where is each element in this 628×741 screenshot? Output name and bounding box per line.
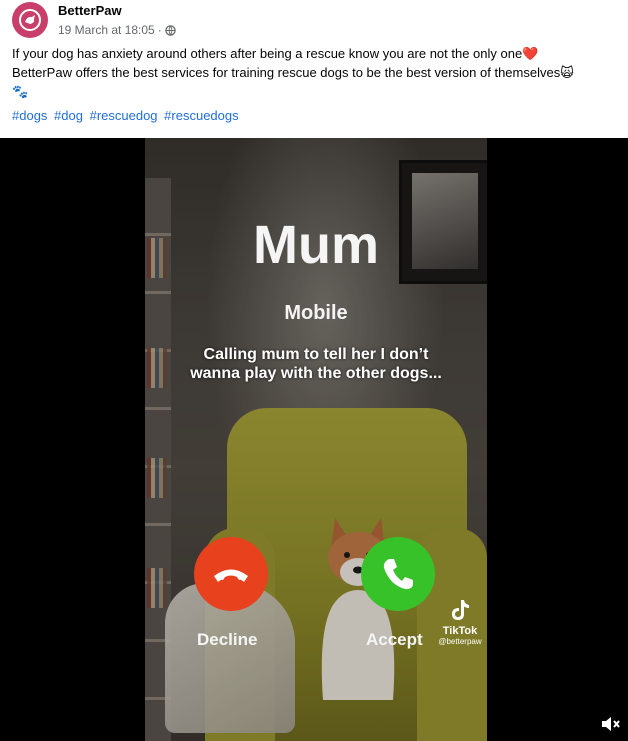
hashtag-link[interactable]: #dogs bbox=[12, 108, 47, 123]
tiktok-watermark: TikTok @betterpaw bbox=[432, 598, 487, 646]
post-date[interactable]: 19 March at 18:05 bbox=[58, 23, 155, 37]
tiktok-logo-icon bbox=[452, 600, 469, 620]
hashtags: #dogs #dog #rescuedog #rescuedogs bbox=[12, 108, 242, 123]
post-text-line: If your dog has anxiety around others af… bbox=[12, 46, 539, 61]
post-text: If your dog has anxiety around others af… bbox=[12, 44, 618, 101]
caller-name: Mum bbox=[253, 215, 379, 275]
decline-label: Decline bbox=[197, 630, 258, 649]
video-frame: Mum Mobile Calling mum to tell her I don… bbox=[145, 138, 487, 741]
phone-hangup-icon bbox=[214, 569, 248, 582]
mute-button[interactable] bbox=[598, 712, 622, 736]
post-author[interactable]: BetterPaw bbox=[58, 3, 122, 18]
accept-label: Accept bbox=[366, 630, 423, 649]
tiktok-handle: @betterpaw bbox=[438, 637, 482, 646]
video-player[interactable]: Mum Mobile Calling mum to tell her I don… bbox=[0, 138, 628, 741]
hashtag-link[interactable]: #rescuedogs bbox=[164, 108, 238, 123]
post-meta: 19 March at 18:05 · bbox=[58, 23, 176, 37]
post-text-line: BetterPaw offers the best services for t… bbox=[12, 65, 574, 80]
hashtag-link[interactable]: #rescuedog bbox=[90, 108, 158, 123]
caller-type: Mobile bbox=[284, 302, 348, 324]
accept-call-button[interactable] bbox=[361, 537, 435, 611]
decline-call-button[interactable] bbox=[194, 537, 268, 611]
meta-separator: · bbox=[157, 23, 162, 37]
post-text-line: 🐾 bbox=[12, 84, 29, 99]
avatar[interactable] bbox=[12, 2, 48, 38]
globe-icon bbox=[165, 24, 176, 36]
caption-line: Calling mum to tell her I don’t bbox=[203, 346, 429, 363]
dog-logo-icon bbox=[19, 9, 41, 31]
tiktok-name: TikTok bbox=[442, 625, 478, 637]
speaker-muted-icon bbox=[602, 717, 620, 731]
post-header: BetterPaw 19 March at 18:05 · bbox=[12, 0, 616, 40]
video-caption: Calling mum to tell her I don’t wanna pl… bbox=[175, 345, 457, 383]
hashtag-link[interactable]: #dog bbox=[54, 108, 83, 123]
caption-line: wanna play with the other dogs... bbox=[190, 365, 442, 382]
phone-icon bbox=[383, 559, 413, 590]
